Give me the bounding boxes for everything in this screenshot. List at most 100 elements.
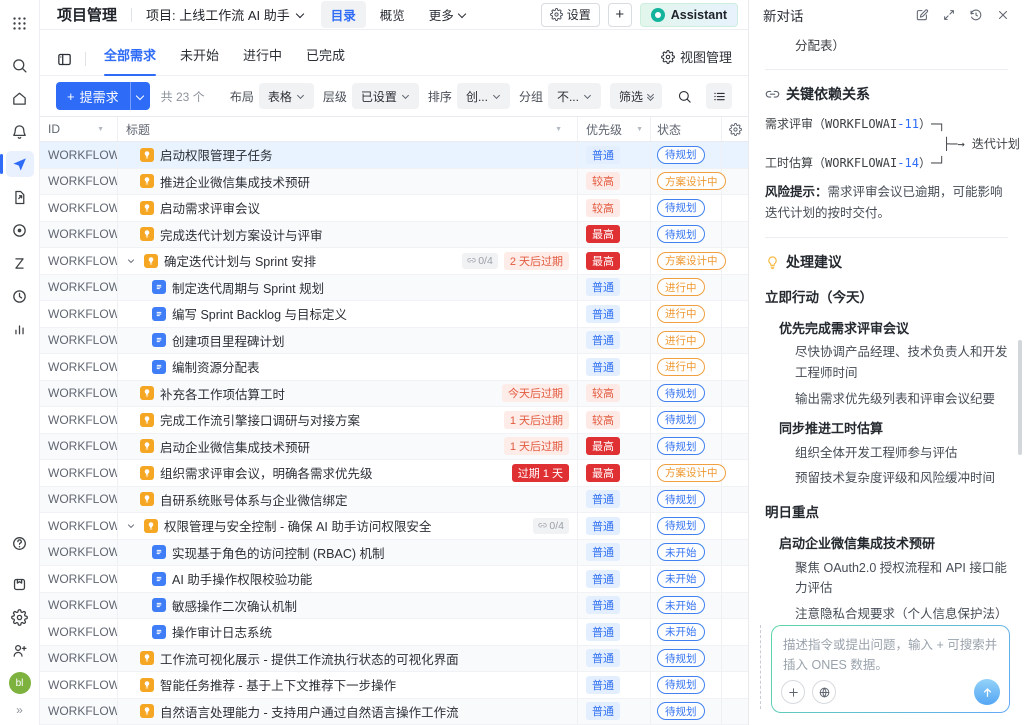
row-expand-chevron[interactable] bbox=[126, 256, 136, 266]
new-requirement-button[interactable]: + 提需求 bbox=[56, 82, 130, 110]
sidebar-item-chart[interactable] bbox=[6, 316, 34, 342]
panel-toggle-icon[interactable] bbox=[56, 51, 73, 68]
table-row[interactable]: WORKFLOWAI...推进企业微信集成技术预研较高方案设计中 bbox=[40, 169, 748, 196]
view-tab-2[interactable]: 进行中 bbox=[243, 38, 282, 75]
column-header-priority[interactable]: 优先级▼ bbox=[578, 117, 651, 141]
table-row[interactable]: WORKFLOWAI-5权限管理与安全控制 - 确保 AI 助手访问权限安全0/… bbox=[40, 513, 748, 540]
chevron-double-right-icon[interactable]: » bbox=[16, 703, 23, 717]
sidebar-item-send[interactable] bbox=[6, 151, 34, 177]
sidebar-item-help[interactable] bbox=[6, 530, 34, 556]
status-badge[interactable]: 待规划 bbox=[657, 199, 705, 217]
close-icon[interactable] bbox=[996, 8, 1010, 22]
status-badge[interactable]: 进行中 bbox=[657, 278, 705, 296]
table-row[interactable]: WORKFLOWAI...编制资源分配表普通进行中 bbox=[40, 354, 748, 381]
status-badge[interactable]: 待规划 bbox=[657, 225, 705, 243]
status-badge[interactable]: 待规划 bbox=[657, 490, 705, 508]
table-row[interactable]: WORKFLOWAI-3智能任务推荐 - 基于上下文推荐下一步操作普通待规划 bbox=[40, 672, 748, 699]
table-row[interactable]: WORKFLOWAI-9操作审计日志系统普通未开始 bbox=[40, 619, 748, 646]
toolbar-select-1[interactable]: 已设置 bbox=[352, 83, 419, 109]
sidebar-item-package[interactable] bbox=[6, 572, 34, 598]
table-row[interactable]: WORKFLOWAI-6实现基于角色的访问控制 (RBAC) 机制普通未开始 bbox=[40, 540, 748, 567]
sidebar-item-file-export[interactable] bbox=[6, 184, 34, 210]
view-tab-1[interactable]: 未开始 bbox=[180, 38, 219, 75]
status-badge[interactable]: 进行中 bbox=[657, 358, 705, 376]
sidebar-item-workflow[interactable] bbox=[6, 250, 34, 276]
send-button[interactable] bbox=[974, 679, 1000, 705]
toolbar-select-0[interactable]: 表格 bbox=[259, 83, 314, 109]
status-badge[interactable]: 进行中 bbox=[657, 305, 705, 323]
status-badge[interactable]: 待规划 bbox=[657, 146, 705, 164]
avatar[interactable]: bl bbox=[9, 672, 31, 694]
web-search-button[interactable] bbox=[812, 680, 836, 704]
row-expand-chevron[interactable] bbox=[126, 521, 136, 531]
filter-icon[interactable]: ▼ bbox=[97, 126, 111, 133]
sidebar-item-person-add[interactable] bbox=[6, 638, 34, 664]
sidebar-item-apps-grid[interactable] bbox=[6, 11, 34, 37]
scrollbar-thumb[interactable] bbox=[1018, 340, 1022, 455]
status-badge[interactable]: 待规划 bbox=[657, 384, 705, 402]
sidebar-item-bell[interactable] bbox=[6, 118, 34, 144]
history-icon[interactable] bbox=[969, 8, 983, 22]
status-badge[interactable]: 待规划 bbox=[657, 437, 705, 455]
sidebar-item-search[interactable] bbox=[6, 52, 34, 78]
status-badge[interactable]: 待规划 bbox=[657, 649, 705, 667]
status-badge[interactable]: 进行中 bbox=[657, 331, 705, 349]
view-tab-0[interactable]: 全部需求 bbox=[104, 38, 156, 75]
status-badge[interactable]: 未开始 bbox=[657, 596, 705, 614]
status-badge[interactable]: 方案设计中 bbox=[657, 172, 726, 190]
compose-icon[interactable] bbox=[915, 8, 929, 22]
chat-input[interactable] bbox=[772, 626, 1009, 674]
sidebar-item-clock[interactable] bbox=[6, 283, 34, 309]
project-selector[interactable]: 项目: 上线工作流 AI 助手 bbox=[146, 5, 305, 24]
issue-link[interactable]: -14 bbox=[897, 156, 919, 170]
status-badge[interactable]: 待规划 bbox=[657, 517, 705, 535]
view-tab-3[interactable]: 已完成 bbox=[306, 38, 345, 75]
issue-link[interactable]: -11 bbox=[897, 117, 919, 131]
table-row[interactable]: WORKFLOWAI-7AI 助手操作权限校验功能普通未开始 bbox=[40, 566, 748, 593]
header-tab-1[interactable]: 概览 bbox=[370, 1, 415, 28]
column-config[interactable] bbox=[722, 117, 748, 141]
status-badge[interactable]: 待规划 bbox=[657, 702, 705, 720]
table-row[interactable]: WORKFLOWAI...自研系统账号体系与企业微信绑定普通待规划 bbox=[40, 487, 748, 514]
table-row[interactable]: WORKFLOWAI...启动权限管理子任务普通待规划 bbox=[40, 142, 748, 169]
header-tab-2[interactable]: 更多 bbox=[419, 1, 477, 28]
table-row[interactable]: WORKFLOWAI...完成迭代计划方案设计与评审最高待规划 bbox=[40, 222, 748, 249]
settings-button[interactable]: 设置 bbox=[541, 3, 600, 27]
table-row[interactable]: WORKFLOWAI...完成工作流引擎接口调研与对接方案1 天后过期较高待规划 bbox=[40, 407, 748, 434]
add-button[interactable]: + bbox=[608, 3, 632, 27]
view-manage-button[interactable]: 视图管理 bbox=[661, 47, 732, 75]
table-row[interactable]: WORKFLOWAI-2自然语言处理能力 - 支持用户通过自然语言操作工作流普通… bbox=[40, 699, 748, 725]
column-header-status[interactable]: 状态 bbox=[651, 117, 722, 141]
table-row[interactable]: WORKFLOWAI...编写 Sprint Backlog 与目标定义普通进行… bbox=[40, 301, 748, 328]
new-requirement-dropdown[interactable] bbox=[130, 82, 150, 110]
assistant-button[interactable]: Assistant bbox=[640, 3, 738, 27]
sidebar-item-home[interactable] bbox=[6, 85, 34, 111]
toolbar-select-2[interactable]: 创... bbox=[457, 83, 510, 109]
table-row[interactable]: WORKFLOWAI...补充各工作项估算工时今天后过期较高待规划 bbox=[40, 381, 748, 408]
table-row[interactable]: WORKFLOWAI...创建项目里程碑计划普通进行中 bbox=[40, 328, 748, 355]
attach-plus-button[interactable] bbox=[781, 680, 805, 704]
status-badge[interactable]: 未开始 bbox=[657, 623, 705, 641]
table-row[interactable]: WORKFLOWAI-8敏感操作二次确认机制普通未开始 bbox=[40, 593, 748, 620]
table-row[interactable]: WORKFLOWAI...确定迭代计划与 Sprint 安排0/42 天后过期最… bbox=[40, 248, 748, 275]
expand-icon[interactable] bbox=[942, 8, 956, 22]
table-row[interactable]: WORKFLOWAI...制定迭代周期与 Sprint 规划普通进行中 bbox=[40, 275, 748, 302]
column-header-id[interactable]: ID▼ bbox=[40, 117, 118, 141]
filter-icon[interactable]: ▼ bbox=[555, 126, 569, 133]
table-row[interactable]: WORKFLOWAI-4工作流可视化展示 - 提供工作流执行状态的可视化界面普通… bbox=[40, 646, 748, 673]
header-tab-0[interactable]: 目录 bbox=[321, 1, 366, 28]
status-badge[interactable]: 未开始 bbox=[657, 570, 705, 588]
search-button[interactable] bbox=[671, 83, 697, 109]
list-view-button[interactable] bbox=[706, 83, 732, 109]
filter-icon[interactable]: ▼ bbox=[636, 126, 650, 133]
filter-button[interactable]: 筛选 bbox=[610, 83, 662, 109]
table-row[interactable]: WORKFLOWAI...启动企业微信集成技术预研1 天后过期最高待规划 bbox=[40, 434, 748, 461]
table-row[interactable]: WORKFLOWAI...启动需求评审会议较高待规划 bbox=[40, 195, 748, 222]
status-badge[interactable]: 未开始 bbox=[657, 543, 705, 561]
panel-resize-handle[interactable] bbox=[760, 625, 761, 709]
sidebar-item-target[interactable] bbox=[6, 217, 34, 243]
column-header-title[interactable]: 标题▼ bbox=[118, 117, 578, 141]
status-badge[interactable]: 方案设计中 bbox=[657, 252, 726, 270]
status-badge[interactable]: 方案设计中 bbox=[657, 464, 726, 482]
status-badge[interactable]: 待规划 bbox=[657, 676, 705, 694]
